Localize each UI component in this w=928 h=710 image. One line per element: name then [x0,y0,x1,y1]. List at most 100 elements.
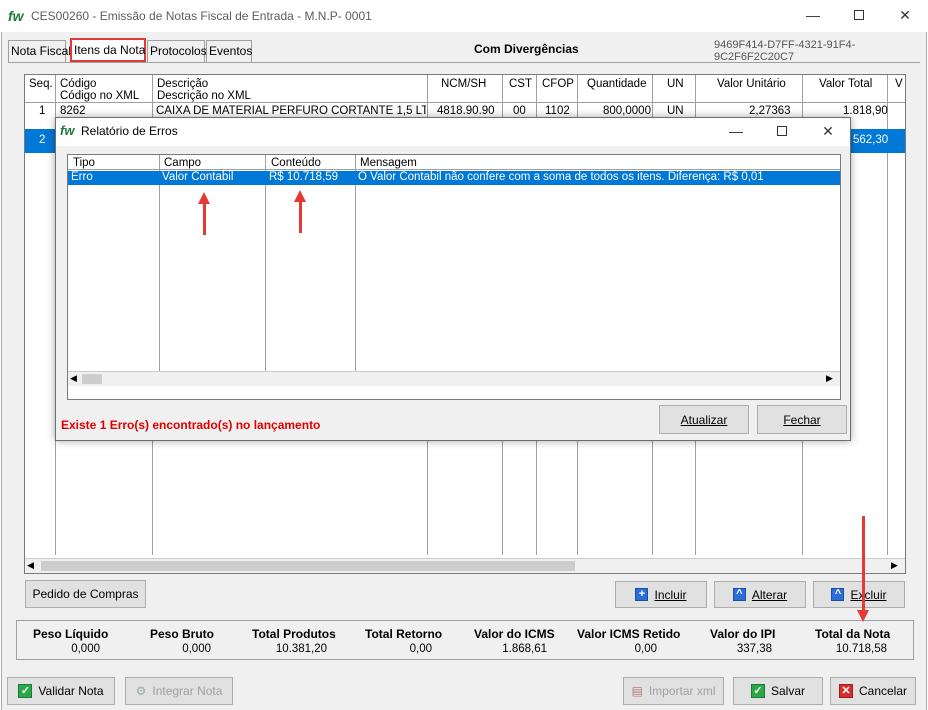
totals-panel: Peso Líquido 0,000 Peso Bruto 0,000 Tota… [16,620,914,660]
tab-nota-fiscal[interactable]: Nota Fiscal [8,40,71,62]
dialog-logo: fw [60,123,75,138]
tab-itens-da-nota[interactable]: Itens da Nota [70,38,146,62]
scroll-left-icon[interactable]: ◀ [70,373,77,384]
document-id: 9469F414-D7FF-4321-91F4-9C2F6F2C20C7 [714,39,856,63]
col-header-campo[interactable]: Campo [164,157,201,169]
incluir-button[interactable]: + Incluir [615,581,707,608]
button-label: Excluir [850,587,887,602]
dialog-maximize-button[interactable] [759,118,805,144]
cell-codigo: 8262 [60,105,86,117]
scroll-left-icon[interactable]: ◀ [27,560,34,571]
col-header-seq[interactable]: Seq. [29,78,53,90]
dialog-close-button[interactable]: ✕ [805,118,851,144]
button-label: Integrar Nota [152,684,223,698]
tab-label: Eventos [209,44,253,58]
peso-liquido-value: 0,000 [71,643,100,655]
fechar-button[interactable]: Fechar [757,405,847,434]
button-label: Importar xml [648,684,716,698]
annotation-arrow [299,200,302,233]
col-header-valor-total[interactable]: Valor Total [819,78,872,90]
scrollbar-thumb[interactable] [41,561,575,571]
title-bar: fw CES00260 - Emissão de Notas Fiscal de… [0,0,928,32]
cell-tipo: Erro [71,171,93,183]
minimize-button[interactable]: — [790,0,836,30]
dialog-title-bar: fw Relatório de Erros — ✕ [56,118,850,146]
total-produtos-label: Total Produtos [252,627,336,641]
validar-nota-button[interactable]: ✓ Validar Nota [7,677,115,705]
button-label: Alterar [751,587,788,602]
col-header-cfop[interactable]: CFOP [542,78,574,90]
check-icon: ✓ [18,684,33,698]
col-header-valor-unitario[interactable]: Valor Unitário [717,78,786,90]
error-summary: Existe 1 Erro(s) encontrado(s) no lançam… [61,418,321,432]
atualizar-button[interactable]: Atualizar [659,405,749,434]
window-title: CES00260 - Emissão de Notas Fiscal de En… [31,9,372,23]
col-header-ncm[interactable]: NCM/SH [441,78,486,90]
button-label: Pedido de Compras [32,587,139,601]
annotation-arrow-head [857,610,869,622]
col-header-codigo[interactable]: Código Código no XML [60,78,139,102]
delete-icon: ^ [831,588,845,601]
cell-mensagem: O Valor Contabil não confere com a soma … [358,171,764,183]
cell-conteudo: R$ 10.718,59 [269,171,339,183]
annotation-arrow-head [198,192,210,204]
button-label: Cancelar [858,684,908,698]
check-icon: ✓ [750,684,765,698]
status-label: Com Divergências [474,42,579,56]
scroll-right-icon[interactable]: ▶ [891,560,898,571]
horizontal-scrollbar[interactable]: ◀ ▶ [25,558,905,573]
tab-eventos[interactable]: Eventos [206,40,252,62]
scroll-right-icon[interactable]: ▶ [826,373,833,384]
cell-descricao: CAIXA DE MATERIAL PERFURO CORTANTE 1,5 L… [156,105,426,117]
minimize-icon: — [806,7,820,23]
dialog-minimize-button[interactable]: — [713,118,759,144]
pedido-de-compras-button[interactable]: Pedido de Compras [25,580,146,608]
peso-bruto-label: Peso Bruto [150,627,215,641]
col-header-descricao[interactable]: Descrição Descrição no XML [157,78,251,102]
valor-icms-retido-value: 0,00 [634,643,657,655]
cell-ncm: 4818.90.90 [437,105,495,117]
error-report-dialog: fw Relatório de Erros — ✕ Tipo Campo Con… [55,117,851,441]
valor-ipi-label: Valor do IPI [710,627,776,641]
cell-cst: 00 [513,105,526,117]
total-retorno-value: 0,00 [409,643,432,655]
dialog-horizontal-scrollbar[interactable]: ◀ ▶ [68,371,840,386]
annotation-arrow [862,516,865,612]
total-da-nota-label: Total da Nota [815,627,891,641]
col-header-quantidade[interactable]: Quantidade [587,78,646,90]
cancelar-button[interactable]: ✕ Cancelar [830,677,916,705]
scrollbar-thumb[interactable] [82,374,102,384]
error-row-selected[interactable]: Erro Valor Contabil R$ 10.718,59 O Valor… [68,171,840,185]
tab-protocolos[interactable]: Protocolos [147,40,207,62]
importar-xml-button[interactable]: ▤ Importar xml [623,677,724,705]
col-header-extra[interactable]: V [895,78,903,90]
valor-icms-retido-label: Valor ICMS Retido [577,627,681,641]
valor-ipi-value: 337,38 [736,643,772,655]
salvar-button[interactable]: ✓ Salvar [733,677,823,705]
alterar-button[interactable]: ^ Alterar [714,581,806,608]
cell-un: UN [667,105,684,117]
close-button[interactable]: ✕ [882,0,928,30]
col-header-conteudo[interactable]: Conteúdo [271,157,321,169]
integrar-nota-button[interactable]: ⚙ Integrar Nota [125,677,233,705]
error-list: Tipo Campo Conteúdo Mensagem Erro Valor … [67,154,841,400]
cancel-icon: ✕ [838,684,853,698]
maximize-button[interactable] [836,0,882,30]
annotation-arrow-head [294,190,306,202]
cell-quantidade: 800,0000 [603,105,651,117]
button-label: Atualizar [680,412,728,427]
maximize-icon [854,10,864,20]
import-icon: ▤ [631,684,643,698]
button-label: Validar Nota [38,684,104,698]
excluir-button[interactable]: ^ Excluir [813,581,905,608]
annotation-arrow [203,202,206,235]
minimize-icon: — [729,123,743,139]
tab-label: Itens da Nota [74,43,146,57]
col-header-cst[interactable]: CST [509,78,532,90]
button-label: Fechar [783,412,821,427]
cell-valor-total: 1.818,90 [843,105,888,117]
button-label: Salvar [770,684,805,698]
col-header-mensagem[interactable]: Mensagem [360,157,417,169]
col-header-tipo[interactable]: Tipo [73,157,95,169]
col-header-un[interactable]: UN [667,78,684,90]
